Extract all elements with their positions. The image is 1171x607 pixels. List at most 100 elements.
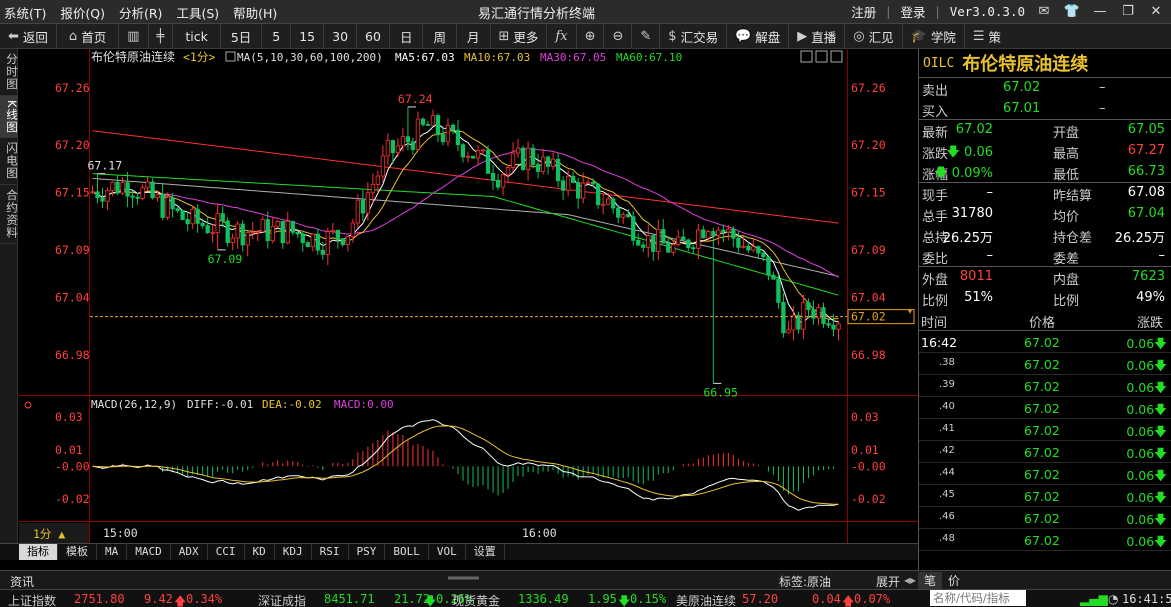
indicator-item[interactable]: RSI: [312, 544, 349, 560]
skin-icon[interactable]: 👕: [1063, 4, 1081, 19]
period-day[interactable]: 日: [390, 23, 424, 49]
tick-row[interactable]: .41 67.02 0.06🡇: [919, 419, 1171, 441]
bar-chart-button[interactable]: ▥: [119, 23, 149, 49]
candle-button[interactable]: ╪: [149, 23, 174, 49]
maximize-icon[interactable]: ❐: [1119, 4, 1137, 19]
more-button[interactable]: ⊞ 更多: [491, 23, 548, 49]
candle-up: [586, 181, 591, 184]
indicator-tab-1[interactable]: 模板: [58, 544, 97, 560]
indicator-item[interactable]: ADX: [171, 544, 208, 560]
price-tick-right: 67.15: [851, 186, 886, 200]
index-change: 9.42: [144, 592, 173, 606]
tick-row[interactable]: .48 67.02 0.06🡇: [919, 529, 1171, 551]
candle-down: [766, 256, 771, 276]
period-60min[interactable]: 60: [357, 23, 390, 49]
candle-up: [275, 220, 280, 227]
period-button[interactable]: 1分 ▲: [33, 527, 65, 541]
menu-help[interactable]: 帮助(H): [233, 3, 277, 22]
candle-down: [490, 172, 496, 181]
close-icon[interactable]: ✕: [1147, 4, 1165, 19]
tab-prices[interactable]: 价: [942, 572, 966, 589]
tick-row[interactable]: .45 67.02 0.06🡇: [919, 485, 1171, 507]
period-week[interactable]: 周: [423, 23, 457, 49]
period-15min[interactable]: 15: [291, 23, 325, 49]
period-30min[interactable]: 30: [324, 23, 358, 49]
quote-row: 委比 – 委差 –: [919, 246, 1171, 267]
indicator-item[interactable]: MA: [97, 544, 128, 560]
search-input[interactable]: 名称/代码/指标: [930, 590, 1026, 606]
indicator-item[interactable]: VOL: [429, 544, 466, 560]
tick-row[interactable]: .46 67.02 0.06🡇: [919, 507, 1171, 529]
draw-button[interactable]: ✎: [632, 23, 661, 49]
zoom-out-button[interactable]: ⊖: [604, 23, 633, 49]
register-link[interactable]: 注册: [851, 2, 876, 21]
view-tab-0[interactable]: 分时图: [0, 49, 19, 96]
tick-row[interactable]: .39 67.02 0.06🡇: [919, 375, 1171, 397]
quote-row: 现手 – 昨结算 67.08: [919, 183, 1171, 204]
candle-down: [806, 302, 811, 310]
view-tab-3[interactable]: 合约资料: [0, 185, 19, 244]
minimize-icon[interactable]: —: [1091, 4, 1109, 19]
menu-analysis[interactable]: 分析(R): [119, 3, 162, 22]
menu-tools[interactable]: 工具(S): [176, 3, 219, 22]
tick-row[interactable]: .40 67.02 0.06🡇: [919, 397, 1171, 419]
chart-canvas[interactable]: 67.26 67.26 67.20 67.20 67.15 67.15 67.09 67.09…: [19, 49, 918, 543]
buy-price: 67.01: [1003, 101, 1041, 116]
tick-row[interactable]: .42 67.02 0.06🡇: [919, 441, 1171, 463]
trade-button[interactable]: $ 汇交易: [660, 23, 728, 49]
title-bar: 系统(T) 报价(Q) 分析(R) 工具(S) 帮助(H) 易汇通行情分析终端 …: [0, 0, 1171, 24]
indicator-item[interactable]: BOLL: [385, 544, 429, 560]
forum-button[interactable]: ◎ 汇见: [845, 23, 903, 49]
menu-quote[interactable]: 报价(Q): [60, 3, 105, 22]
scroll-arrows-icon[interactable]: ◂▸: [904, 573, 916, 587]
school-button[interactable]: 🎓 学院: [903, 23, 965, 49]
index-name[interactable]: 上证指数: [8, 592, 56, 607]
indicator-item[interactable]: KDJ: [275, 544, 312, 560]
tick-time: .46: [939, 511, 955, 522]
live-button[interactable]: ▶ 直播: [789, 23, 846, 49]
back-button[interactable]: ⬅ 返回: [0, 23, 57, 49]
formula-button[interactable]: fx: [547, 23, 577, 49]
mail-icon[interactable]: ✉: [1035, 4, 1053, 19]
view-tab-1[interactable]: K线图: [0, 95, 19, 139]
login-link[interactable]: 登录: [901, 2, 926, 21]
tick-button[interactable]: tick: [173, 23, 221, 49]
indicator-item[interactable]: MACD: [127, 544, 171, 560]
candle-up: [345, 236, 350, 246]
indicator-item[interactable]: 设置: [466, 544, 505, 560]
expand-button[interactable]: 展开: [876, 573, 900, 590]
tick-list[interactable]: 16:42 67.02 0.06🡇 .38 67.02 0.06🡇 .39 67.02 0.06…: [919, 331, 1171, 551]
index-name[interactable]: 现货黄金: [452, 592, 500, 607]
kline-chart[interactable]: 67.26 67.26 67.20 67.20 67.15 67.15 67.09 67.09…: [19, 49, 918, 543]
candle-down: [180, 210, 185, 220]
candle-down: [570, 175, 576, 183]
view-tab-2[interactable]: 闪电图: [0, 138, 19, 185]
news-label[interactable]: 资讯: [10, 573, 34, 590]
collapse-handle-icon[interactable]: ▂▂▂▂: [448, 569, 479, 580]
index-name[interactable]: 美原油连续: [676, 592, 736, 607]
home-button[interactable]: ⌂ 首页: [57, 23, 120, 49]
candle-down: [280, 220, 285, 244]
menu-system[interactable]: 系统(T): [4, 3, 46, 22]
tick-row[interactable]: .38 67.02 0.06🡇: [919, 353, 1171, 375]
tick-row[interactable]: .44 67.02 0.06🡇: [919, 463, 1171, 485]
indicator-tab-0[interactable]: 指标: [19, 544, 58, 560]
indicator-item[interactable]: CCI: [208, 544, 245, 560]
index-name[interactable]: 深证成指: [258, 592, 306, 607]
indicator-item[interactable]: PSY: [349, 544, 386, 560]
indicator-item[interactable]: KD: [245, 544, 275, 560]
candle-down: [200, 222, 205, 226]
period-month[interactable]: 月: [457, 23, 491, 49]
back-arrow-icon: ⬅: [8, 28, 19, 44]
notes-button[interactable]: ☰ 策: [965, 24, 1009, 49]
tab-trades[interactable]: 笔: [918, 571, 943, 589]
candle-down: [611, 198, 616, 209]
zoom-in-button[interactable]: ⊕: [577, 23, 605, 49]
menu-bar: 系统(T) 报价(Q) 分析(R) 工具(S) 帮助(H): [4, 3, 277, 22]
tick-row[interactable]: 16:42 67.02 0.06🡇: [919, 331, 1171, 353]
chat-icon: 💬: [735, 28, 752, 44]
analysis-button[interactable]: 💬 解盘: [727, 23, 790, 49]
period-5min[interactable]: 5: [262, 23, 292, 49]
quote-value: –: [986, 185, 994, 200]
period-5day[interactable]: 5日: [221, 23, 263, 49]
